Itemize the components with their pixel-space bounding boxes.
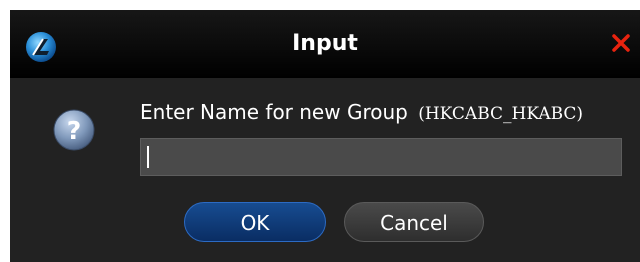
title-bar[interactable]: Input: [10, 10, 640, 78]
close-icon[interactable]: [610, 32, 632, 54]
ok-button[interactable]: OK: [184, 202, 326, 242]
svg-text:?: ?: [67, 116, 82, 145]
dialog-title: Input: [292, 31, 358, 56]
text-caret: [147, 146, 149, 168]
dialog-body: ? Enter Name for new Group (HKCABC_HKABC…: [10, 78, 640, 262]
group-name-input[interactable]: [140, 138, 622, 176]
prompt-label: Enter Name for new Group: [140, 100, 408, 124]
cancel-button[interactable]: Cancel: [344, 202, 484, 242]
prompt-text: Enter Name for new Group (HKCABC_HKABC): [140, 98, 583, 128]
screen-background: Input ? Enter Name for new Group (HKCABC…: [0, 0, 640, 262]
group-code: (HKCABC_HKABC): [418, 104, 584, 124]
question-mark-icon: ?: [52, 108, 96, 152]
input-dialog: Input ? Enter Name for new Group (HKCABC…: [10, 10, 640, 262]
